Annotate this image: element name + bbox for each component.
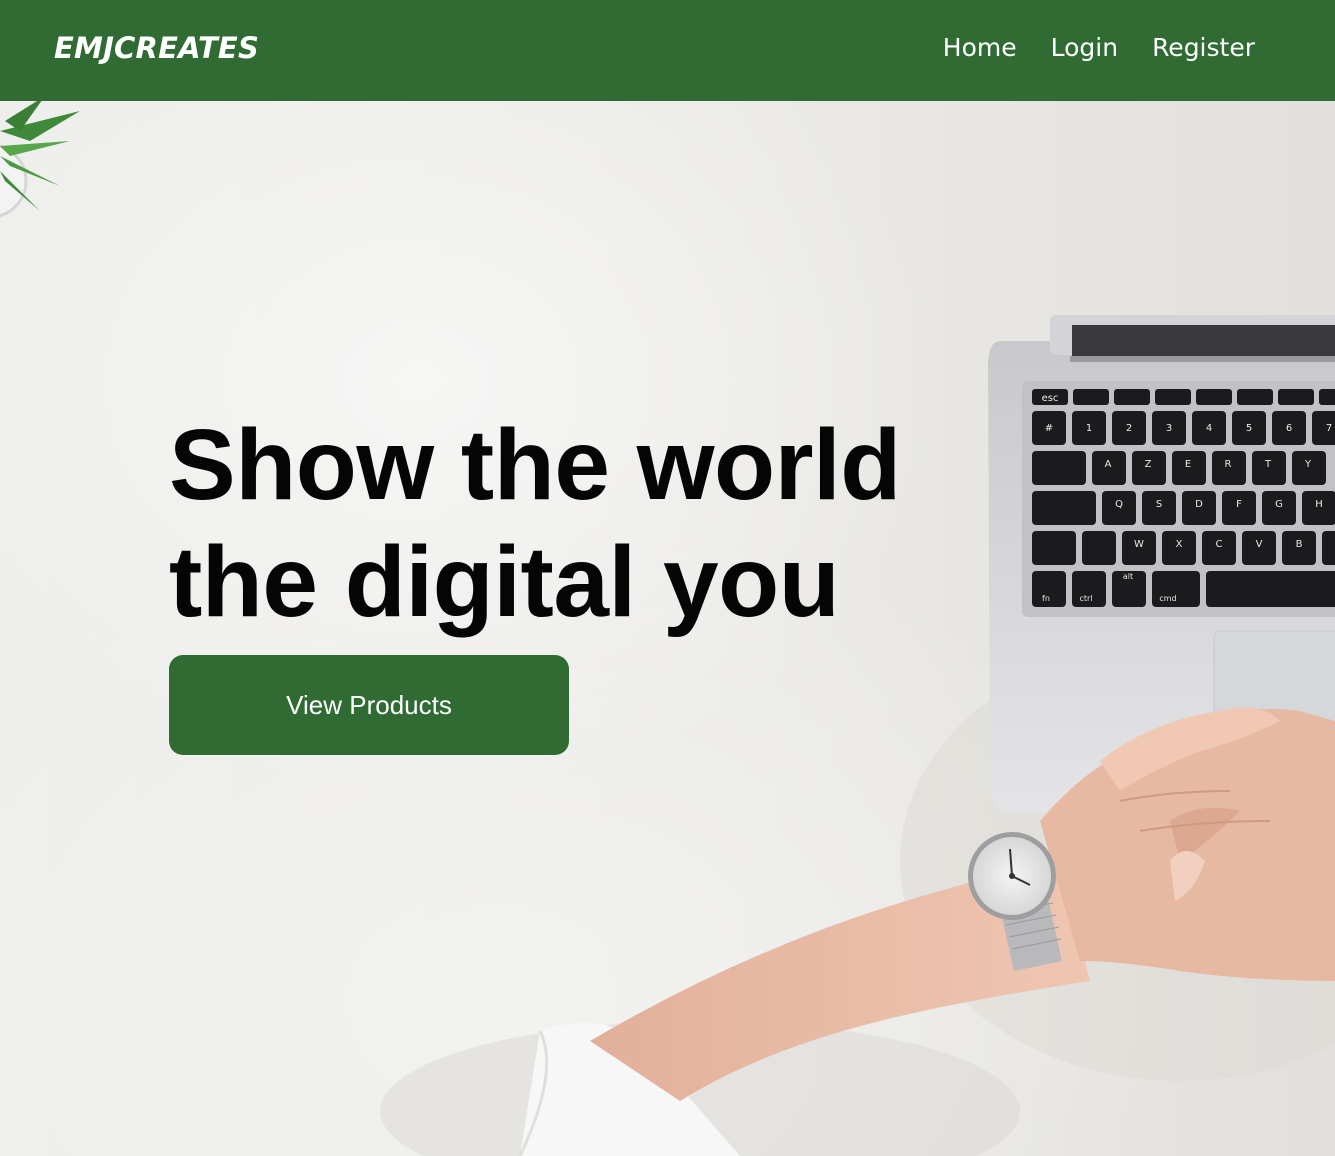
svg-text:cmd: cmd <box>1159 594 1176 603</box>
svg-text:W: W <box>1134 539 1144 550</box>
svg-text:F: F <box>1236 499 1242 510</box>
svg-text:T: T <box>1264 459 1272 470</box>
svg-text:G: G <box>1275 499 1283 510</box>
svg-text:X: X <box>1176 539 1183 550</box>
plant-icon <box>0 101 80 218</box>
nav-login-link[interactable]: Login <box>1051 33 1118 62</box>
svg-text:5: 5 <box>1246 423 1252 434</box>
headline-line-1: Show the world <box>169 409 901 521</box>
svg-text:E: E <box>1185 459 1191 470</box>
svg-text:alt: alt <box>1123 572 1133 581</box>
svg-text:D: D <box>1195 499 1203 510</box>
nav-register-link[interactable]: Register <box>1152 33 1255 62</box>
svg-text:H: H <box>1315 499 1323 510</box>
svg-text:#: # <box>1045 423 1053 434</box>
svg-text:R: R <box>1225 459 1232 470</box>
nav-home-link[interactable]: Home <box>943 33 1017 62</box>
hero-section: esc A Z E R T Y Q S D F G H W X C V B # … <box>0 101 1335 1156</box>
svg-text:fn: fn <box>1042 594 1050 603</box>
svg-text:3: 3 <box>1166 423 1172 434</box>
view-products-button[interactable]: View Products <box>169 655 569 755</box>
svg-text:B: B <box>1296 539 1303 550</box>
svg-text:7: 7 <box>1326 423 1332 434</box>
svg-text:2: 2 <box>1126 423 1132 434</box>
svg-text:6: 6 <box>1286 423 1292 434</box>
svg-text:S: S <box>1156 499 1162 510</box>
brand-logo[interactable]: EMJCREATES <box>54 31 259 65</box>
svg-text:ctrl: ctrl <box>1079 594 1092 603</box>
headline-line-2: the digital you <box>169 526 840 638</box>
svg-text:Q: Q <box>1115 499 1123 510</box>
svg-text:V: V <box>1256 539 1263 550</box>
svg-text:4: 4 <box>1206 423 1212 434</box>
svg-text:esc: esc <box>1042 393 1059 404</box>
main-nav: Home Login Register <box>943 33 1255 62</box>
top-navbar: EMJCREATES Home Login Register <box>0 0 1335 101</box>
hero-headline: Show the world the digital you <box>169 407 929 641</box>
svg-text:1: 1 <box>1086 423 1092 434</box>
svg-text:A: A <box>1105 459 1112 470</box>
svg-text:C: C <box>1216 539 1223 550</box>
svg-text:Y: Y <box>1304 459 1312 470</box>
svg-text:Z: Z <box>1145 459 1152 470</box>
